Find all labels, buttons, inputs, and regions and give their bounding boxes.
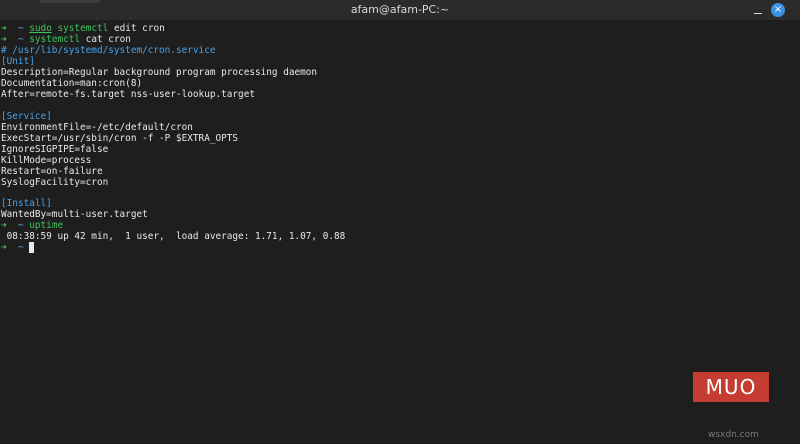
prompt-arrow-icon: ➜ [1,23,7,34]
output-line: Description=Regular background program p… [1,67,318,78]
minimize-button[interactable] [752,2,764,18]
prompt-dir: ~ [17,220,24,231]
command-line-cat: ➜ ~ systemctl cat cron [1,34,131,45]
section-header-unit: [Unit] [1,56,35,67]
prompt-arrow-icon: ➜ [1,242,7,253]
window-title: afam@afam-PC:~ [350,3,450,16]
output-line: Documentation=man:cron(8) [1,78,143,89]
uptime-output: 08:38:59 up 42 min, 1 user, load average… [1,231,346,242]
prompt-dir: ~ [17,242,24,253]
minimize-icon [754,12,762,14]
output-line: After=remote-fs.target nss-user-lookup.t… [1,89,255,100]
command-args: cat cron [80,34,131,45]
command-sudo: sudo [29,23,52,34]
title-bar[interactable]: afam@afam-PC:~ × [0,0,800,20]
prompt-arrow-icon: ➜ [1,220,7,231]
output-line: Restart=on-failure [1,166,103,177]
muo-logo: MUO [693,372,769,402]
output-line: ExecStart=/usr/sbin/cron -f -P $EXTRA_OP… [1,133,239,144]
close-icon: × [771,3,785,17]
command-args: edit cron [108,23,165,34]
output-line: WantedBy=multi-user.target [1,209,148,220]
command-name: systemctl [29,34,81,45]
tab-stub [40,0,100,3]
command-line-uptime: ➜ ~ uptime [1,220,63,231]
active-prompt[interactable]: ➜ ~ [1,242,35,253]
output-line: IgnoreSIGPIPE=false [1,144,109,155]
output-line: EnvironmentFile=-/etc/default/cron [1,122,193,133]
command-name: uptime [29,220,64,231]
unit-file-path: # /usr/lib/systemd/system/cron.service [1,45,216,56]
prompt-arrow-icon: ➜ [1,34,7,45]
command-name: systemctl [57,23,109,34]
terminal-window: afam@afam-PC:~ × ➜ ~ sudo systemctl edit… [0,0,800,444]
prompt-dir: ~ [17,34,24,45]
text-cursor [29,242,35,253]
command-line-edit: ➜ ~ sudo systemctl edit cron [1,23,165,34]
close-button[interactable]: × [770,2,786,18]
output-line: KillMode=process [1,155,92,166]
section-header-install: [Install] [1,198,52,209]
prompt-dir: ~ [17,23,24,34]
output-line: SyslogFacility=cron [1,177,109,188]
terminal-output[interactable]: ➜ ~ sudo systemctl edit cron ➜ ~ systemc… [0,20,800,444]
watermark: wsxdn.com [708,430,759,440]
section-header-service: [Service] [1,111,52,122]
